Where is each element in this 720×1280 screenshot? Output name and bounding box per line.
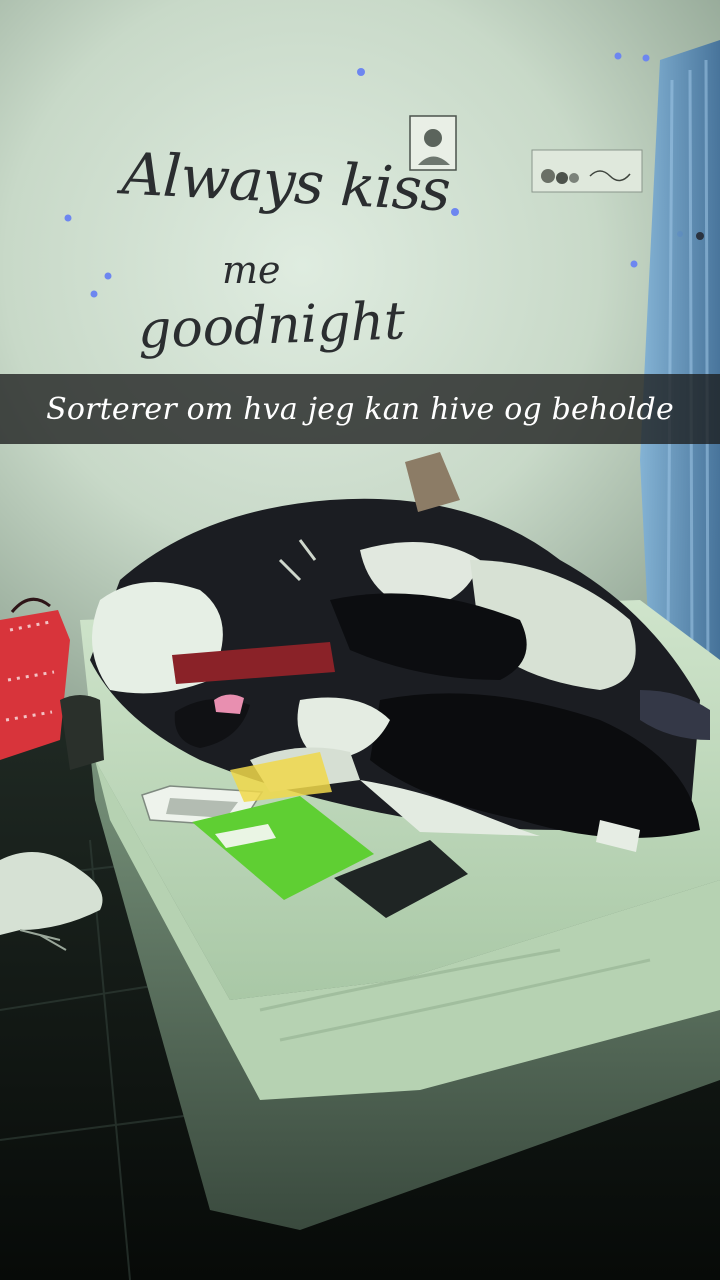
glow-star — [64, 214, 72, 222]
glow-star — [642, 54, 650, 62]
wall-decal-line-2: me — [222, 248, 281, 292]
glow-star — [614, 52, 622, 60]
curtain-hook — [696, 232, 704, 240]
glow-star — [357, 68, 365, 76]
glow-star — [104, 272, 112, 280]
wall-decal-line-3: goodnight — [137, 291, 406, 361]
glow-star — [630, 260, 638, 268]
glow-star — [90, 290, 98, 298]
caption-text: Sorterer om hva jeg kan hive og beholde — [46, 391, 674, 427]
glow-star — [451, 208, 459, 216]
bag — [0, 597, 70, 760]
caption-bar[interactable]: Sorterer om hva jeg kan hive og beholde — [0, 374, 720, 444]
snap-photo: Always kiss me goodnight Sorterer om hva… — [0, 0, 720, 1280]
